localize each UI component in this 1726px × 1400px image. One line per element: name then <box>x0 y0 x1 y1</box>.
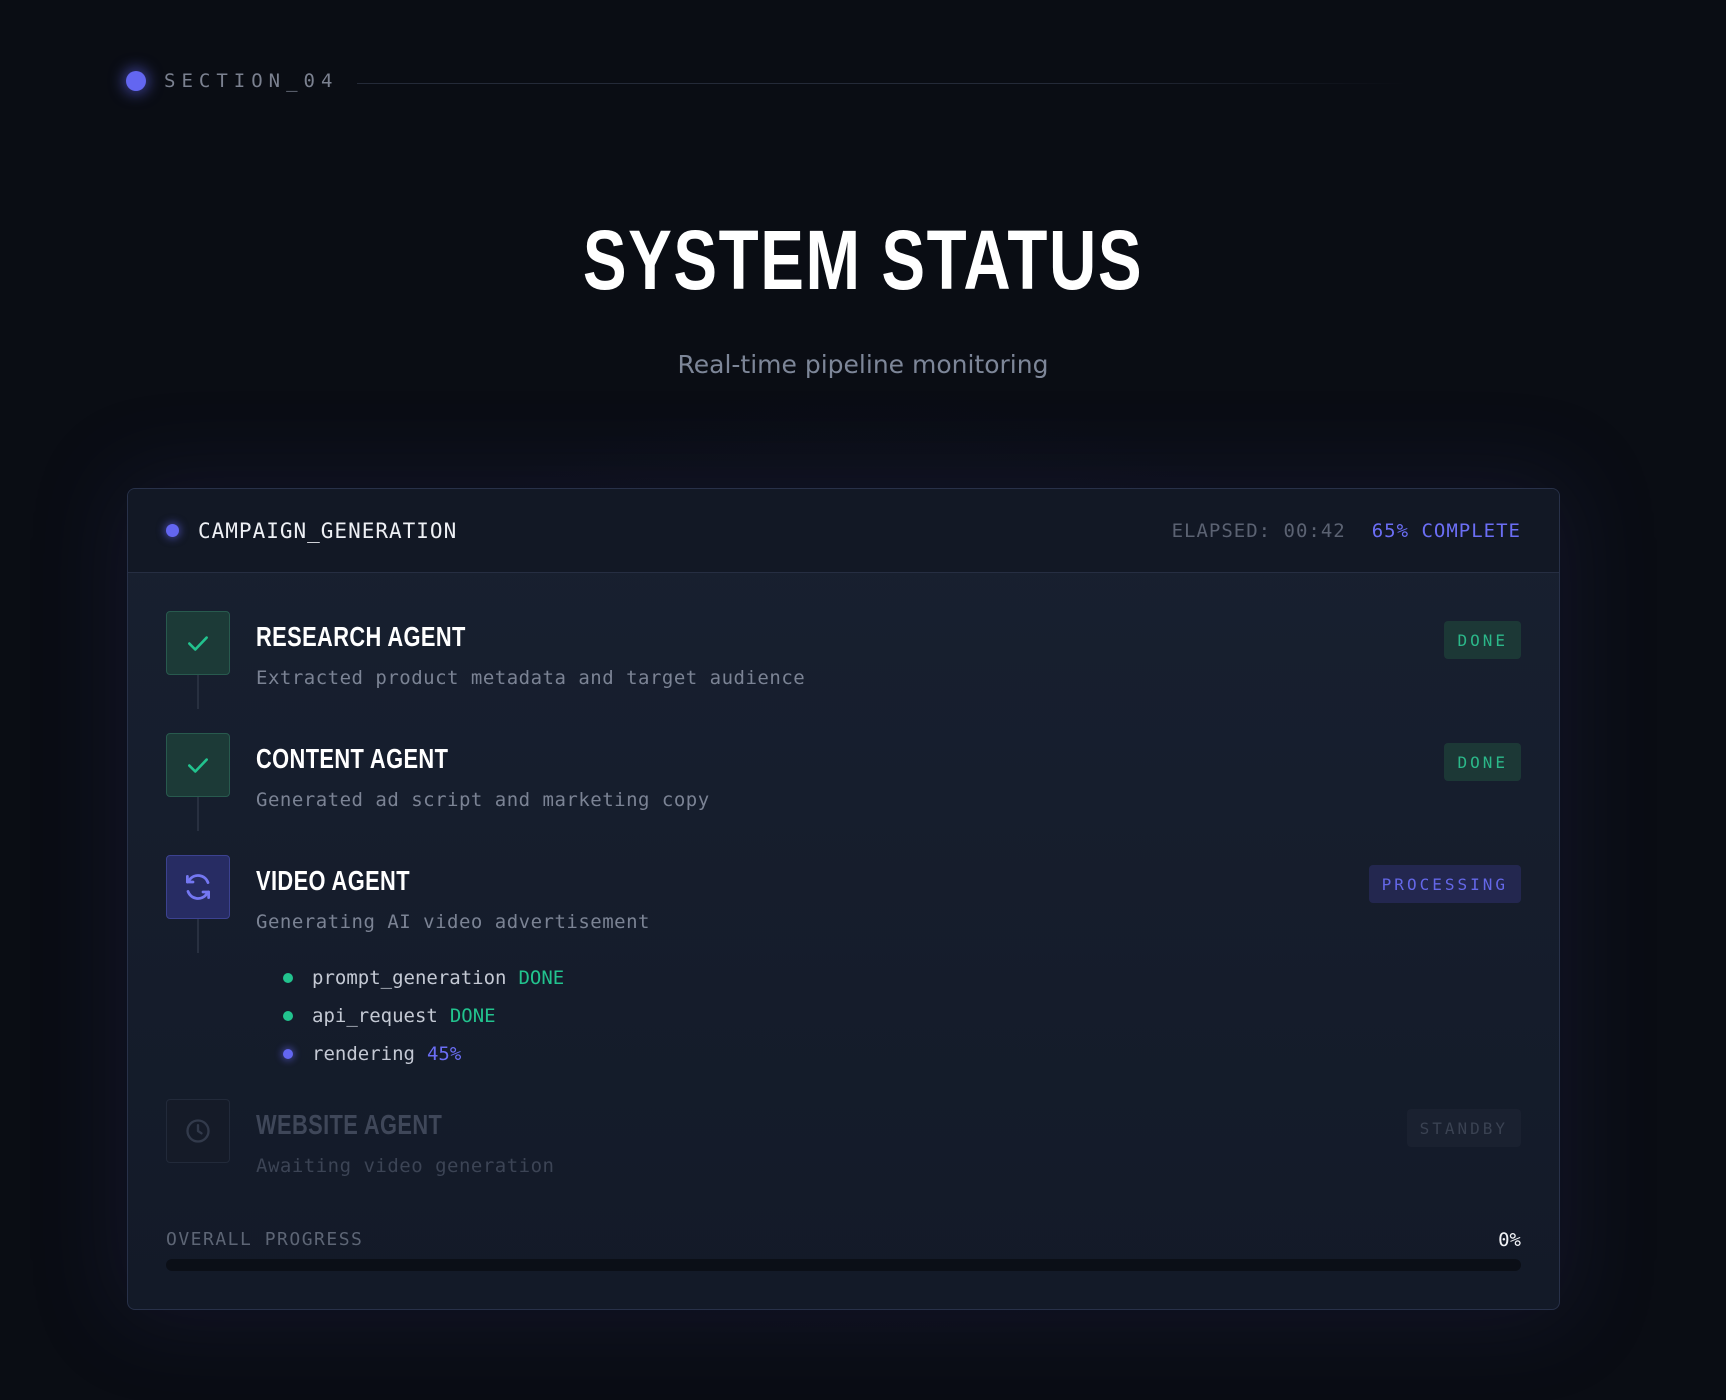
subtask-list: prompt_generation DONE api_request DONE … <box>283 959 564 1073</box>
header-stats: ELAPSED: 00:42 65% COMPLETE <box>1172 520 1521 542</box>
status-badge: PROCESSING <box>1368 865 1521 903</box>
subtask-status: DONE <box>449 1005 496 1027</box>
check-icon <box>166 733 230 797</box>
subtask-name: rendering <box>312 1043 415 1065</box>
subtask-name: api_request <box>312 1005 438 1027</box>
subtask-status-dot <box>283 1011 293 1021</box>
progress-value: 0% <box>1498 1229 1521 1251</box>
refresh-icon <box>166 855 230 919</box>
subtask-status-dot <box>283 973 293 983</box>
pipeline-title: CAMPAIGN_GENERATION <box>198 518 458 543</box>
status-badge: DONE <box>1444 743 1521 781</box>
subtask-item: rendering 45% <box>283 1035 564 1073</box>
pipeline-status-panel: CAMPAIGN_GENERATION ELAPSED: 00:42 65% C… <box>127 488 1560 1310</box>
timeline-connector <box>197 919 199 953</box>
agent-description: Awaiting video generation <box>256 1155 555 1177</box>
subtask-name: prompt_generation <box>312 967 507 989</box>
subtask-item: api_request DONE <box>283 997 564 1035</box>
agent-name: CONTENT AGENT <box>256 743 449 774</box>
timeline-connector <box>197 797 199 831</box>
panel-header: CAMPAIGN_GENERATION ELAPSED: 00:42 65% C… <box>128 489 1559 573</box>
agent-description: Generating AI video advertisement <box>256 911 650 933</box>
status-badge: DONE <box>1444 621 1521 659</box>
page-title: SYSTEM STATUS <box>582 213 1144 307</box>
agent-description: Generated ad script and marketing copy <box>256 789 710 811</box>
subtask-status: DONE <box>518 967 565 989</box>
live-indicator-dot <box>166 524 179 537</box>
subtask-item: prompt_generation DONE <box>283 959 564 997</box>
section-indicator-dot <box>126 71 146 91</box>
progress-bar <box>166 1259 1521 1271</box>
section-divider <box>357 83 1407 84</box>
progress-label: OVERALL PROGRESS <box>166 1229 364 1250</box>
subtask-status: 45% <box>426 1043 462 1065</box>
agent-name: WEBSITE AGENT <box>256 1109 443 1140</box>
clock-icon <box>166 1099 230 1163</box>
subtask-status-dot <box>283 1049 293 1059</box>
agent-name: RESEARCH AGENT <box>256 621 466 652</box>
section-tag: SECTION_04 <box>126 70 338 92</box>
elapsed-time: ELAPSED: 00:42 <box>1171 519 1346 542</box>
section-label: SECTION_04 <box>164 70 339 92</box>
agent-name: VIDEO AGENT <box>256 865 410 896</box>
check-icon <box>166 611 230 675</box>
status-badge: STANDBY <box>1406 1109 1521 1147</box>
completion-percent: 65% COMPLETE <box>1371 519 1521 542</box>
page-subtitle: Real-time pipeline monitoring <box>677 350 1049 379</box>
agent-description: Extracted product metadata and target au… <box>256 667 806 689</box>
timeline-connector <box>197 675 199 709</box>
